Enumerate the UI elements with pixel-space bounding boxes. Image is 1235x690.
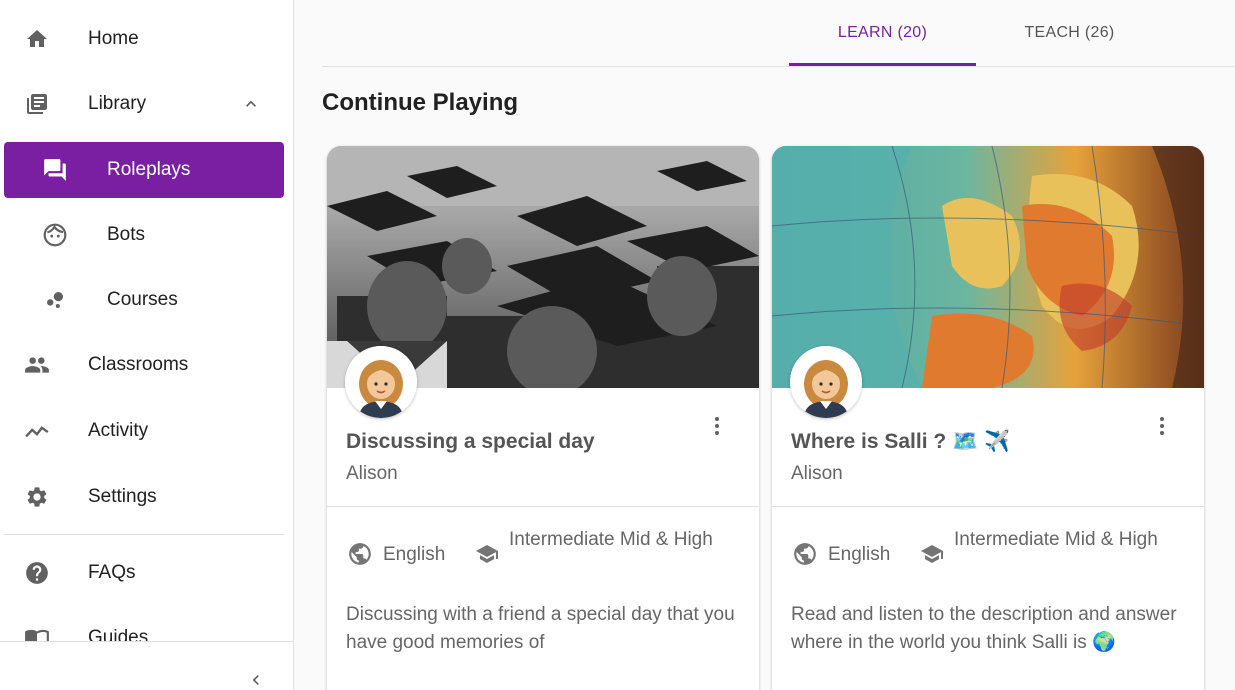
sidebar-item-library[interactable]: Library [0, 76, 293, 132]
card-level: Intermediate Mid & High [509, 529, 713, 550]
sidebar-item-faqs[interactable]: FAQs [0, 545, 293, 601]
sidebar: Home Library Roleplays Bots Courses Clas… [0, 0, 294, 690]
more-vert-icon[interactable] [705, 414, 729, 438]
sidebar-footer [0, 641, 293, 690]
school-icon [918, 542, 946, 566]
card-divider [772, 506, 1204, 507]
forum-icon [42, 157, 68, 183]
avatar [790, 346, 862, 418]
sidebar-item-label: Activity [88, 420, 149, 441]
chevron-up-icon[interactable] [240, 93, 262, 115]
card-author: Alison [346, 463, 398, 484]
people-icon [24, 352, 50, 378]
sidebar-item-label: FAQs [88, 562, 136, 583]
section-title: Continue Playing [322, 89, 519, 116]
gear-icon [24, 484, 50, 510]
roleplay-card[interactable]: Where is Salli ? 🗺️ ✈️ Alison English In… [772, 146, 1204, 690]
card-divider [327, 506, 759, 507]
card-author: Alison [791, 463, 843, 484]
avatar [345, 346, 417, 418]
school-icon [473, 542, 501, 566]
sidebar-item-label: Bots [107, 224, 146, 245]
sidebar-item-roleplays[interactable]: Roleplays [4, 142, 284, 198]
chevron-left-icon[interactable] [244, 668, 268, 690]
sidebar-divider [4, 534, 284, 535]
timeline-icon [24, 418, 50, 444]
sidebar-item-label: Roleplays [107, 159, 191, 180]
tab-bar: LEARN (20) TEACH (26) [322, 0, 1235, 67]
home-icon [24, 26, 50, 52]
sidebar-item-label: Library [88, 93, 147, 114]
tab-learn[interactable]: LEARN (20) [789, 0, 976, 66]
sidebar-item-label: Home [88, 28, 139, 49]
sidebar-item-activity[interactable]: Activity [0, 403, 293, 459]
roleplay-card[interactable]: Discussing a special day Alison English … [327, 146, 759, 690]
card-description: Discussing with a friend a special day t… [346, 604, 735, 653]
card-level: Intermediate Mid & High [954, 529, 1158, 550]
library-books-icon [24, 91, 50, 117]
more-vert-icon[interactable] [1150, 414, 1174, 438]
sidebar-item-bots[interactable]: Bots [0, 207, 293, 263]
card-language: English [828, 544, 891, 565]
sidebar-item-settings[interactable]: Settings [0, 469, 293, 525]
face-icon [42, 222, 68, 248]
help-icon [24, 560, 50, 586]
globe-icon [347, 541, 373, 567]
sidebar-item-home[interactable]: Home [0, 11, 293, 67]
sidebar-item-label: Courses [107, 289, 178, 310]
globe-icon [792, 541, 818, 567]
tab-teach[interactable]: TEACH (26) [976, 0, 1163, 66]
active-tab-indicator [789, 63, 976, 66]
card-title: Discussing a special day [346, 430, 595, 453]
card-language: English [383, 544, 446, 565]
card-title: Where is Salli ? 🗺️ ✈️ [791, 430, 1011, 453]
card-description: Read and listen to the description and a… [791, 604, 1177, 653]
sidebar-item-classrooms[interactable]: Classrooms [0, 337, 293, 393]
sidebar-item-courses[interactable]: Courses [0, 272, 293, 328]
bubble-chart-icon [42, 287, 68, 313]
sidebar-item-label: Settings [88, 486, 157, 507]
sidebar-item-label: Classrooms [88, 354, 189, 375]
